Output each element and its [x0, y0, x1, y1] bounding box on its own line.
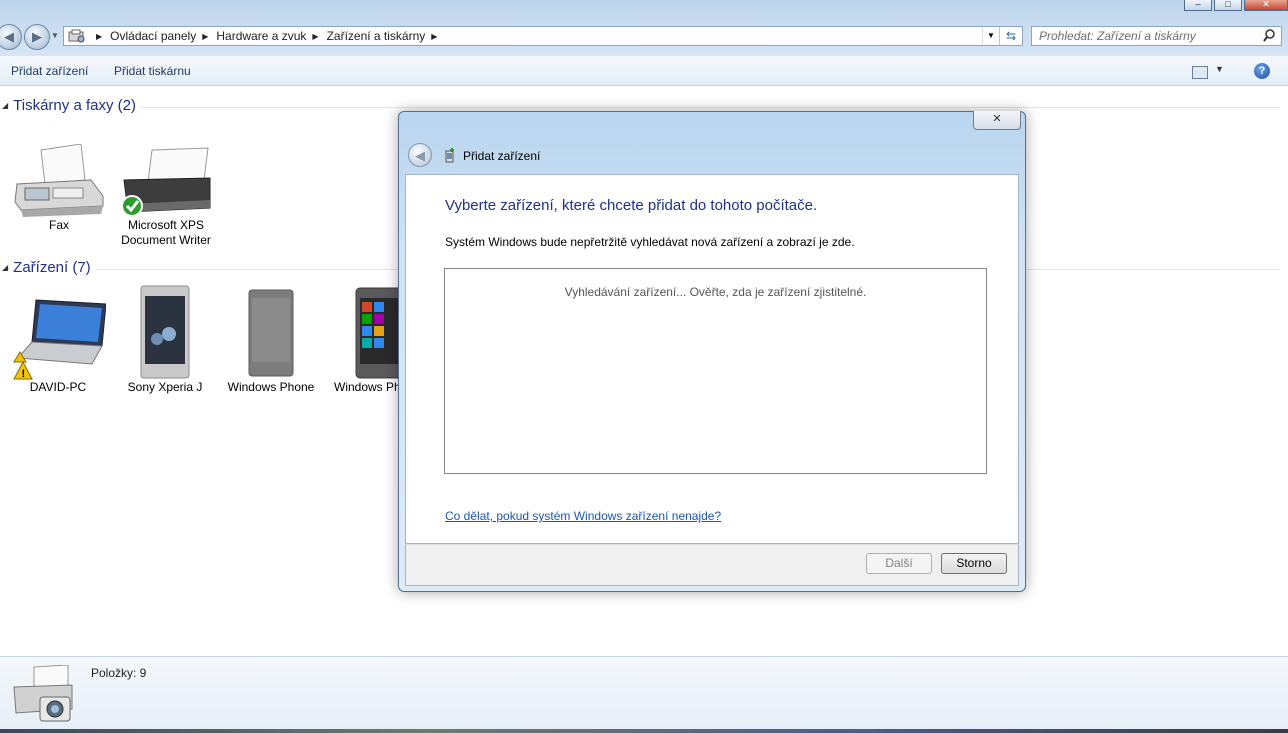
back-button[interactable]: ◀ — [0, 24, 22, 50]
address-dropdown-icon[interactable]: ▼ — [982, 27, 999, 45]
group-title: Tiskárny a faxy (2) — [13, 97, 136, 114]
collapse-arrow-icon[interactable]: ◢ — [2, 263, 8, 272]
close-window-button[interactable]: ✕ — [1244, 0, 1288, 11]
dialog-body: Vyberte zařízení, které chcete přidat do… — [405, 174, 1019, 544]
device-windows-phone[interactable]: Windows Phone — [219, 284, 323, 395]
minimize-button[interactable]: – — [1184, 0, 1212, 11]
item-count: Položky: 9 — [91, 666, 147, 680]
device-david-pc[interactable]: ! DAVID-PC — [6, 286, 110, 395]
searching-message: Vyhledávání zařízení... Ověřte, zda je z… — [564, 285, 867, 299]
forward-button[interactable]: ▶ — [24, 24, 50, 50]
group-divider — [140, 107, 1280, 108]
add-device-icon — [445, 148, 454, 163]
search-icon[interactable] — [1263, 29, 1275, 43]
dialog-title: Přidat zařízení — [463, 149, 541, 163]
device-label: DAVID-PC — [29, 380, 87, 394]
details-pane: Položky: 9 — [0, 656, 1288, 733]
group-header-printers[interactable]: ◢ Tiskárny a faxy (2) — [0, 97, 136, 114]
add-device-button[interactable]: Přidat zařízení — [11, 64, 88, 78]
maximize-button[interactable]: □ — [1214, 0, 1242, 11]
laptop-warning-icon: ! — [13, 299, 106, 380]
collapse-arrow-icon[interactable]: ◢ — [2, 101, 8, 110]
devices-and-printers-icon — [13, 665, 73, 722]
control-panel-icon — [68, 29, 85, 43]
device-fax[interactable]: Fax — [7, 144, 111, 233]
taskbar-strip — [0, 729, 1288, 733]
search-box[interactable] — [1031, 26, 1282, 46]
help-link[interactable]: Co dělat, pokud systém Windows zařízení … — [445, 509, 721, 523]
address-toolbar: – □ ✕ ◀ ▶ ▼ ▶ Ovládací panely ▶ Hardware … — [0, 0, 1288, 56]
dialog-back-button[interactable]: ◀ — [408, 143, 432, 167]
breadcrumb-control-panel[interactable]: Ovládací panely ▶ — [110, 29, 216, 43]
printer-default-icon — [121, 147, 211, 217]
dialog-description: Systém Windows bude nepřetržitě vyhledáv… — [445, 235, 855, 249]
group-title: Zařízení (7) — [13, 259, 91, 276]
breadcrumb-arrow-icon: ▶ — [202, 31, 209, 41]
device-label: Windows Phone — [227, 380, 315, 394]
device-label-line1: Microsoft XPS — [127, 218, 205, 232]
breadcrumb-arrow-icon: ▶ — [431, 31, 438, 41]
svg-text:!: ! — [22, 368, 26, 380]
phone-icon — [248, 289, 294, 377]
dialog-close-button[interactable]: ✕ — [973, 111, 1021, 130]
add-printer-button[interactable]: Přidat tiskárnu — [114, 64, 191, 78]
breadcrumb-devices-printers[interactable]: Zařízení a tiskárny ▶ — [327, 29, 446, 43]
change-view-icon[interactable] — [1192, 66, 1208, 79]
recent-pages-dropdown-icon[interactable]: ▼ — [51, 31, 59, 40]
device-xps-writer[interactable]: Microsoft XPS Document Writer — [114, 144, 218, 248]
breadcrumb-arrow-icon: ▶ — [96, 31, 103, 41]
view-options-dropdown-icon[interactable]: ▼ — [1215, 64, 1224, 74]
device-label-line2: Document Writer — [121, 233, 211, 247]
dialog-footer: Další Storno — [405, 544, 1019, 586]
window-controls: – □ ✕ — [1182, 0, 1288, 11]
next-button[interactable]: Další — [866, 553, 932, 574]
device-sony-xperia-j[interactable]: Sony Xperia J — [113, 284, 217, 395]
address-bar[interactable]: ▶ Ovládací panely ▶ Hardware a zvuk ▶ Zaří… — [63, 26, 1023, 46]
fax-icon — [14, 144, 104, 217]
dialog-heading: Vyberte zařízení, které chcete přidat do… — [445, 197, 818, 214]
breadcrumb-arrow-icon: ▶ — [312, 31, 319, 41]
device-search-list[interactable]: Vyhledávání zařízení... Ověřte, zda je z… — [444, 268, 987, 474]
help-icon[interactable]: ? — [1254, 63, 1270, 79]
search-input[interactable] — [1039, 28, 1259, 44]
command-bar: Přidat zařízení Přidat tiskárnu ▼ ? — [0, 56, 1288, 86]
add-device-dialog: ✕ ◀ Přidat zařízení Vyberte zařízení, kt… — [398, 111, 1026, 592]
refresh-icon[interactable]: ⇆ — [999, 27, 1022, 45]
device-label: Sony Xperia J — [127, 380, 203, 394]
group-header-devices[interactable]: ◢ Zařízení (7) — [0, 259, 91, 276]
breadcrumb-hardware-sound[interactable]: Hardware a zvuk ▶ — [216, 29, 326, 43]
phone-icon — [140, 285, 190, 379]
device-label: Fax — [48, 218, 69, 232]
cancel-button[interactable]: Storno — [941, 553, 1007, 574]
